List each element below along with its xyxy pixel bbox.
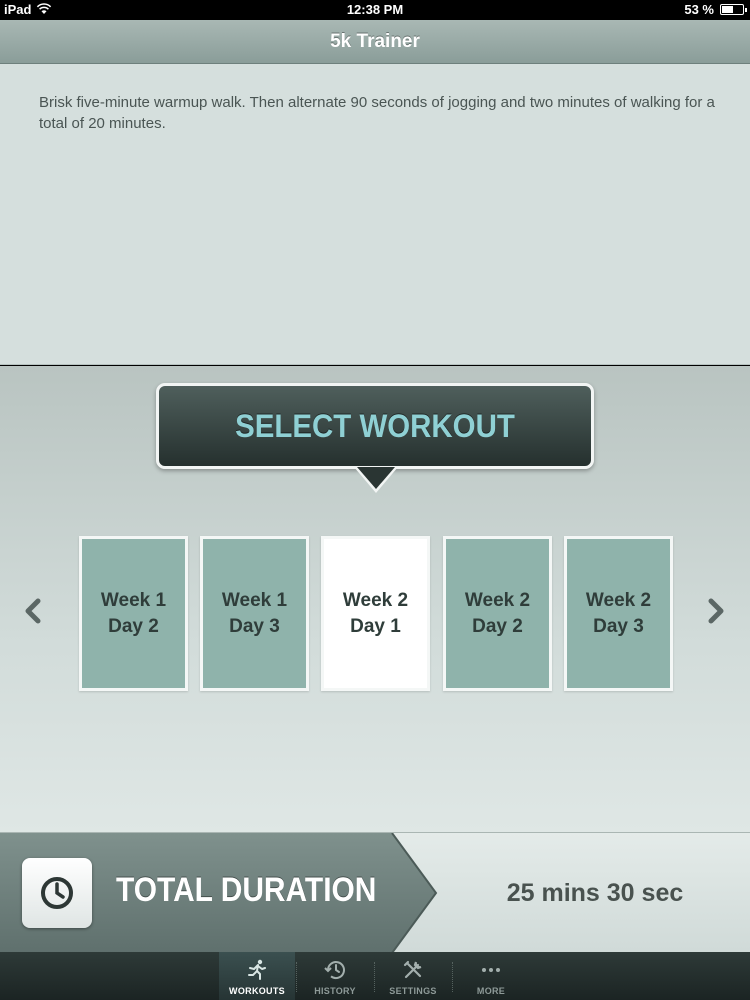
tab-label: WORKOUTS: [229, 986, 285, 996]
tools-icon: [403, 960, 422, 979]
workout-card-week2-day3[interactable]: Week 2 Day 3: [564, 536, 673, 691]
workout-card-week: Week 2: [342, 589, 409, 611]
navigation-bar: 5k Trainer: [0, 20, 750, 64]
tab-workouts[interactable]: WORKOUTS: [219, 952, 295, 1000]
workout-card-week: Week 1: [100, 589, 167, 611]
workout-description: Brisk five-minute warmup walk. Then alte…: [39, 94, 715, 132]
battery-icon: [720, 4, 747, 15]
status-time: 12:38 PM: [346, 2, 404, 17]
total-duration-label: TOTAL DURATION: [116, 871, 377, 909]
clock-icon: [22, 858, 92, 928]
runner-icon: [248, 959, 266, 980]
workout-card-week1-day3[interactable]: Week 1 Day 3: [200, 536, 309, 691]
total-duration-value: 25 mins 30 sec: [506, 879, 684, 907]
battery-percent: 53 %: [684, 2, 714, 17]
tab-settings[interactable]: SETTINGS: [375, 952, 451, 1000]
workout-card-day: Day 3: [593, 615, 644, 637]
tab-label: MORE: [476, 986, 506, 996]
workout-card-week2-day2[interactable]: Week 2 Day 2: [443, 536, 552, 691]
workout-card-day: Day 1: [350, 615, 401, 637]
tab-label: SETTINGS: [389, 986, 437, 996]
workout-card-week: Week 2: [585, 589, 652, 611]
banner-pointer-inner: [357, 467, 395, 489]
workout-card-week: Week 1: [221, 589, 288, 611]
workout-card-week: Week 2: [464, 589, 531, 611]
workout-card-day: Day 2: [108, 615, 159, 637]
page-title: 5k Trainer: [330, 31, 420, 52]
chevron-left-icon[interactable]: [18, 591, 48, 631]
workout-card-day: Day 2: [472, 615, 523, 637]
workout-description-panel: Brisk five-minute warmup walk. Then alte…: [0, 64, 750, 365]
workout-card-week1-day2[interactable]: Week 1 Day 2: [79, 536, 188, 691]
chevron-right-icon[interactable]: [701, 591, 731, 631]
tab-label: HISTORY: [314, 986, 356, 996]
total-duration-bar: TOTAL DURATION 25 mins 30 sec: [0, 832, 750, 953]
workout-card-week2-day1[interactable]: Week 2 Day 1: [321, 536, 430, 691]
select-workout-label: SELECT WORKOUT: [235, 408, 515, 444]
tab-history[interactable]: HISTORY: [297, 952, 373, 1000]
more-icon: [482, 968, 500, 972]
tab-more[interactable]: MORE: [453, 952, 529, 1000]
tab-bar: WORKOUTS HISTORY SETTINGS MORE: [0, 952, 750, 1000]
select-workout-banner: SELECT WORKOUT: [156, 383, 594, 469]
select-workout-panel: SELECT WORKOUT Week 1 Day 2 Week 1 Day 3…: [0, 366, 750, 832]
history-icon: [324, 961, 345, 980]
battery-fill: [722, 6, 733, 13]
status-bar: iPad 12:38 PM 53 %: [0, 0, 750, 20]
workout-card-day: Day 3: [229, 615, 280, 637]
